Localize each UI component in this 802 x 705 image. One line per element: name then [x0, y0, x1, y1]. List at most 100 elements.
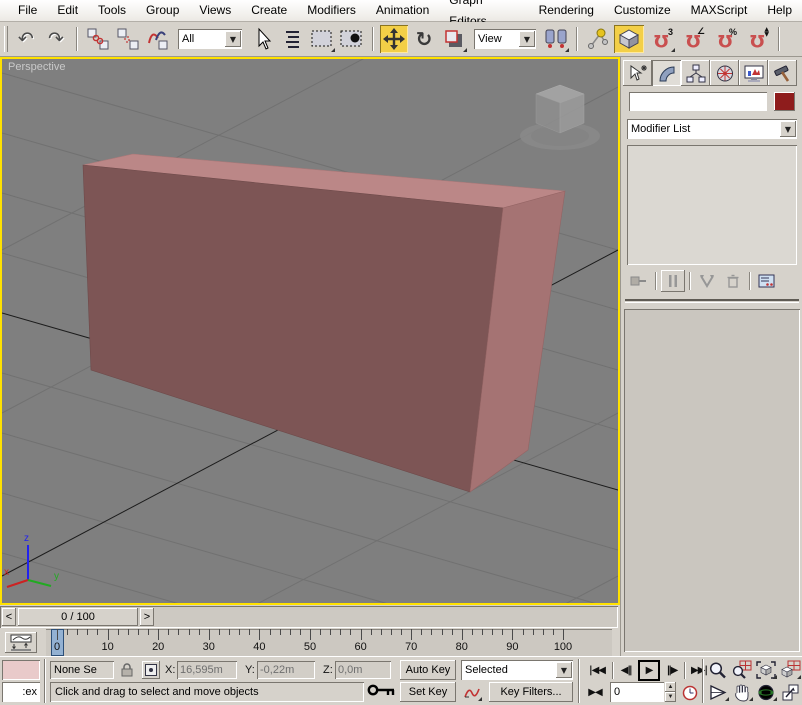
- object-name-field[interactable]: [629, 92, 767, 111]
- frame-spinner[interactable]: ▲ ▼: [665, 682, 676, 702]
- configure-modifier-sets-button[interactable]: [755, 270, 779, 292]
- undo-button[interactable]: ↶: [12, 25, 40, 53]
- window-crossing-toggle-button[interactable]: [338, 25, 366, 53]
- menu-rendering[interactable]: Rendering: [529, 0, 604, 21]
- viewport-label[interactable]: Perspective: [8, 61, 65, 73]
- chevron-down-icon[interactable]: ▼: [780, 121, 796, 137]
- menu-animation[interactable]: Animation: [366, 0, 439, 21]
- z-coord-value: 0,0m: [338, 664, 363, 676]
- absolute-mode-transform-toggle[interactable]: [142, 661, 160, 679]
- chevron-down-icon[interactable]: ▼: [225, 31, 241, 47]
- select-and-move-button[interactable]: [380, 25, 408, 53]
- spinner-snap-toggle-button[interactable]: Ω ▲ ▼: [742, 25, 772, 53]
- selection-lock-status-field[interactable]: None Se: [50, 661, 114, 679]
- key-mode-toggle-button[interactable]: ▶◀: [584, 683, 606, 702]
- snaps-toggle-button[interactable]: Ω3: [646, 25, 676, 53]
- set-key-button[interactable]: Set Key: [400, 682, 456, 702]
- select-object-button[interactable]: [248, 25, 276, 53]
- modifier-list-label: Modifier List: [631, 123, 691, 135]
- field-of-view-button[interactable]: [706, 682, 730, 702]
- tab-utilities[interactable]: [768, 60, 797, 86]
- y-coord-field[interactable]: -0,22m: [257, 661, 315, 679]
- tab-create[interactable]: [623, 60, 652, 86]
- show-end-result-button[interactable]: [661, 270, 685, 292]
- spinner-down-button[interactable]: ▼: [665, 692, 676, 702]
- zoom-extents-button[interactable]: [754, 660, 778, 680]
- spinner-up-button[interactable]: ▲: [665, 682, 676, 692]
- zoom-extents-all-button[interactable]: [778, 660, 802, 680]
- perspective-viewport[interactable]: z x y Perspective: [0, 57, 620, 605]
- time-slider-button[interactable]: 0 / 100: [18, 608, 138, 626]
- remove-modifier-button[interactable]: [721, 270, 745, 292]
- menu-modifiers[interactable]: Modifiers: [297, 0, 366, 21]
- z-coord-field[interactable]: 0,0m: [335, 661, 391, 679]
- menu-create[interactable]: Create: [241, 0, 297, 21]
- bind-to-space-warp-button[interactable]: [144, 25, 172, 53]
- current-frame-field[interactable]: 0: [610, 682, 664, 702]
- zoom-button[interactable]: [706, 660, 730, 680]
- menu-views[interactable]: Views: [189, 0, 241, 21]
- previous-frame-button[interactable]: ◀‖: [616, 661, 636, 680]
- modifier-stack-list[interactable]: [627, 145, 797, 265]
- object-color-swatch[interactable]: [774, 92, 795, 111]
- menu-file[interactable]: File: [8, 0, 47, 21]
- menu-customize[interactable]: Customize: [604, 0, 681, 21]
- go-to-start-button[interactable]: |◀◀: [584, 661, 610, 680]
- macro-recorder-pane[interactable]: [2, 660, 40, 680]
- select-and-link-button[interactable]: [84, 25, 112, 53]
- angle-snap-toggle-button[interactable]: Ω ∠: [678, 25, 708, 53]
- zoom-all-button[interactable]: [730, 660, 754, 680]
- magnifier-grid-icon: [732, 660, 752, 679]
- tab-hierarchy[interactable]: [681, 60, 710, 86]
- open-mini-curve-editor-button[interactable]: [5, 632, 37, 653]
- rollout-area[interactable]: [624, 309, 800, 652]
- min-max-toggle-button[interactable]: [778, 682, 802, 702]
- make-unique-button[interactable]: [695, 270, 719, 292]
- track-bar-ruler[interactable]: 0 10 20 30 40 50 60 70 80 90 100: [46, 629, 612, 656]
- percent-snap-toggle-button[interactable]: Ω%: [710, 25, 740, 53]
- menu-edit[interactable]: Edit: [47, 0, 88, 21]
- tab-modify[interactable]: [652, 60, 681, 86]
- selection-lock-toggle[interactable]: [118, 661, 136, 679]
- menu-tools[interactable]: Tools: [88, 0, 136, 21]
- play-button[interactable]: ▶: [638, 660, 660, 681]
- unlink-selection-button[interactable]: [114, 25, 142, 53]
- chevron-down-icon[interactable]: ▼: [519, 31, 535, 47]
- arc-rotate-button[interactable]: [754, 682, 778, 702]
- keyboard-override-toggle-button[interactable]: [614, 25, 644, 53]
- menu-group[interactable]: Group: [136, 0, 189, 21]
- default-tangent-button[interactable]: [461, 682, 483, 702]
- selection-filter-dropdown[interactable]: All ▼: [178, 29, 242, 49]
- time-slider-next-button[interactable]: >: [140, 608, 154, 626]
- modifier-list-dropdown[interactable]: Modifier List ▼: [627, 119, 797, 139]
- ruler-tick: [522, 629, 524, 635]
- toolbar-grip[interactable]: [4, 26, 8, 52]
- box-object[interactable]: [82, 153, 566, 493]
- display-icon: [744, 65, 763, 82]
- tab-display[interactable]: [739, 60, 768, 86]
- tab-motion[interactable]: [710, 60, 739, 86]
- redo-button[interactable]: ↷: [42, 25, 70, 53]
- pan-button[interactable]: [730, 682, 754, 702]
- select-and-scale-button[interactable]: [440, 25, 468, 53]
- time-slider-prev-button[interactable]: <: [2, 608, 16, 626]
- select-and-manipulate-button[interactable]: [584, 25, 612, 53]
- chevron-down-icon[interactable]: ▼: [556, 662, 572, 678]
- reference-coordinate-system-dropdown[interactable]: View ▼: [474, 29, 536, 49]
- auto-key-button[interactable]: Auto Key: [400, 660, 456, 680]
- use-pivot-point-center-button[interactable]: [542, 25, 570, 53]
- menu-maxscript[interactable]: MAXScript: [681, 0, 758, 21]
- next-frame-button[interactable]: ‖▶: [662, 661, 682, 680]
- select-by-name-button[interactable]: [278, 25, 306, 53]
- time-configuration-button[interactable]: [680, 683, 700, 702]
- pin-stack-button[interactable]: [627, 270, 651, 292]
- viewcube[interactable]: [520, 84, 600, 150]
- set-keys-key-button[interactable]: [366, 679, 398, 701]
- key-filters-button[interactable]: Key Filters...: [489, 682, 573, 702]
- key-filter-selection-dropdown[interactable]: Selected ▼: [461, 660, 573, 680]
- maxscript-listener-pane[interactable]: :ex: [2, 682, 40, 702]
- rectangular-selection-region-button[interactable]: [308, 25, 336, 53]
- menu-help[interactable]: Help: [757, 0, 802, 21]
- x-coord-field[interactable]: 16,595m: [177, 661, 237, 679]
- select-and-rotate-button[interactable]: ↻: [410, 25, 438, 53]
